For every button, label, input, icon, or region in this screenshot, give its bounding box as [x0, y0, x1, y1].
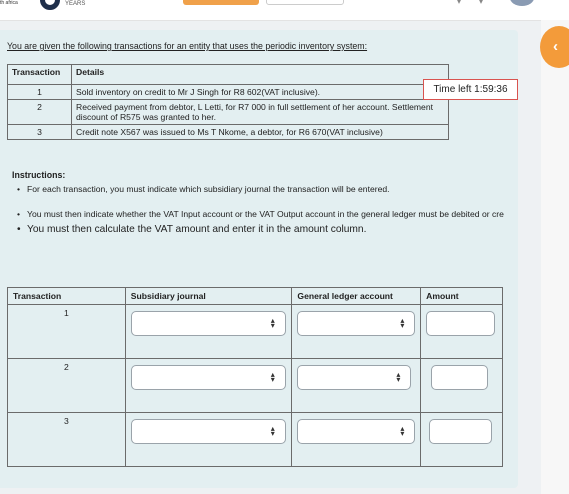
instructions-title: Instructions: — [12, 170, 66, 180]
table-row: 2 Received payment from debtor, L Letti,… — [7, 99, 449, 125]
general-ledger-select[interactable]: ▴ ▾ — [297, 311, 416, 336]
amount-input[interactable] — [431, 365, 489, 390]
logo-years-text: YEARS — [65, 1, 86, 7]
subsidiary-journal-select[interactable]: ▴ ▾ — [130, 311, 286, 336]
transaction-details: Received payment from debtor, L Letti, f… — [71, 99, 449, 125]
instruction-item: You must then indicate whether the VAT I… — [17, 209, 504, 219]
table-row: 2 ▴ ▾ ▴ ▾ — [7, 358, 503, 413]
nav-primary-button[interactable] — [183, 0, 259, 5]
general-ledger-select[interactable]: ▴ ▾ — [297, 365, 412, 390]
column-header: Amount — [420, 287, 503, 305]
transaction-number: 1 — [7, 84, 72, 100]
answer-table: Transaction Subsidiary journal General l… — [7, 287, 503, 467]
transaction-number: 1 — [7, 304, 126, 359]
select-arrows-icon: ▴ ▾ — [396, 370, 401, 384]
subsidiary-journal-select[interactable]: ▴ ▾ — [130, 365, 286, 390]
column-header: Details — [71, 64, 449, 85]
avatar[interactable] — [510, 0, 534, 6]
select-arrows-icon: ▴ ▾ — [400, 424, 405, 438]
amount-input[interactable] — [429, 419, 493, 444]
chevron-down-icon[interactable]: ▾ — [457, 0, 461, 6]
chevron-left-icon: ‹ — [553, 38, 558, 55]
nav-secondary-button[interactable] — [266, 0, 344, 5]
top-bar: th africa YEARS ▾ ▾ — [0, 0, 569, 21]
instructions-list: For each transaction, you must indicate … — [17, 184, 504, 235]
logo-icon — [40, 0, 60, 10]
transactions-table: Transaction Details 1 Sold inventory on … — [7, 64, 449, 140]
transaction-details: Sold inventory on credit to Mr J Singh f… — [71, 84, 449, 100]
transaction-number: 3 — [7, 124, 72, 140]
select-arrows-icon: ▴ ▾ — [400, 316, 405, 330]
transaction-number: 2 — [7, 358, 126, 413]
select-arrows-icon: ▴ ▾ — [270, 370, 275, 384]
instruction-item: For each transaction, you must indicate … — [17, 184, 504, 194]
select-arrows-icon: ▴ ▾ — [270, 316, 275, 330]
transaction-number: 2 — [7, 99, 72, 125]
table-row: 1 Sold inventory on credit to Mr J Singh… — [7, 84, 449, 100]
column-header: Transaction — [7, 64, 72, 85]
amount-input[interactable] — [426, 311, 496, 336]
transaction-number: 3 — [7, 412, 126, 467]
column-header: Subsidiary journal — [124, 287, 293, 305]
instruction-item: You must then calculate the VAT amount a… — [17, 224, 504, 235]
brand-text: th africa — [0, 0, 18, 6]
table-row: 3 Credit note X567 was issued to Ms T Nk… — [7, 124, 449, 140]
time-left-indicator: Time left 1:59:36 — [423, 79, 518, 100]
side-pane — [541, 20, 569, 494]
column-header: Transaction — [7, 287, 126, 305]
chevron-down-icon[interactable]: ▾ — [479, 0, 483, 6]
column-header: General ledger account — [291, 287, 422, 305]
subsidiary-journal-select[interactable]: ▴ ▾ — [130, 419, 286, 444]
question-intro: You are given the following transactions… — [7, 41, 368, 51]
select-arrows-icon: ▴ ▾ — [270, 424, 275, 438]
transaction-details: Credit note X567 was issued to Ms T Nkom… — [71, 124, 449, 140]
table-row: 1 ▴ ▾ ▴ ▾ — [7, 304, 503, 359]
table-row: 3 ▴ ▾ ▴ ▾ — [7, 412, 503, 467]
general-ledger-select[interactable]: ▴ ▾ — [297, 419, 416, 444]
